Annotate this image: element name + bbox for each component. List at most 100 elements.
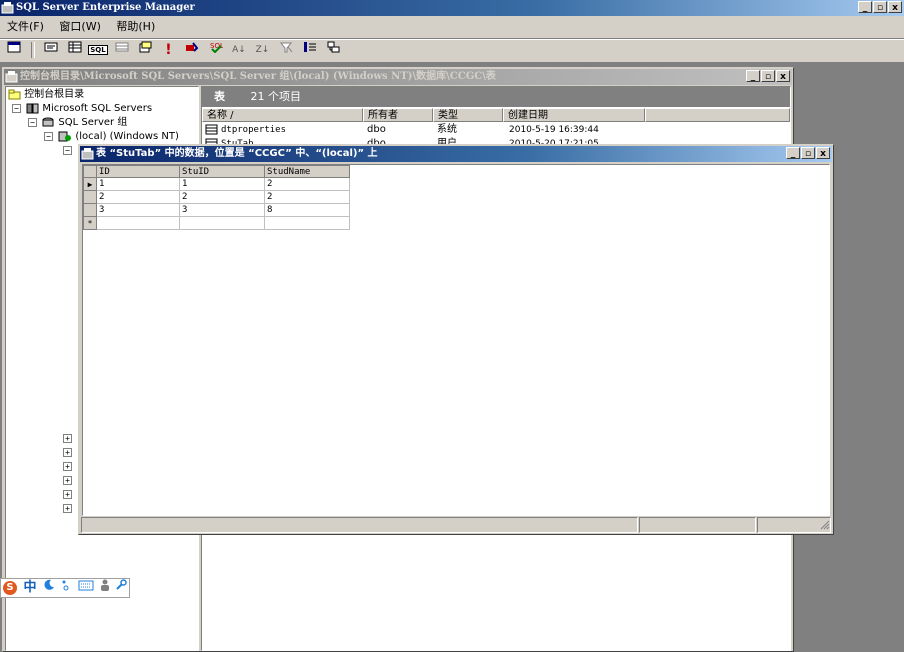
console-restore-button[interactable]: ▫: [761, 70, 775, 82]
expand-icon[interactable]: +: [63, 447, 72, 457]
table-data-window: 表 “StuTab” 中的数据，位置是 “CCGC” 中、“(local)” 上…: [78, 144, 834, 535]
grid-cell[interactable]: 1: [179, 177, 265, 191]
sogou-logo[interactable]: S: [3, 581, 17, 595]
sort-desc-icon[interactable]: Z↓: [253, 41, 273, 59]
grid-cell[interactable]: 2: [179, 190, 265, 204]
app-title-bar[interactable]: SQL Server Enterprise Manager _ ▫ x: [0, 0, 904, 16]
expand-icon[interactable]: +: [63, 461, 72, 471]
details-pane-icon[interactable]: [41, 41, 61, 59]
grid-cell[interactable]: [179, 216, 265, 230]
console-title: 控制台根目录\Microsoft SQL Servers\SQL Server …: [20, 71, 496, 82]
run-icon[interactable]: !: [159, 41, 179, 59]
grid-cell[interactable]: 8: [264, 203, 350, 217]
grid-cell[interactable]: 2: [96, 190, 180, 204]
punct-icon[interactable]: [61, 580, 73, 594]
column-header-created[interactable]: 创建日期: [503, 108, 645, 122]
tree-item-collapsed[interactable]: +: [63, 460, 74, 473]
app-restore-button[interactable]: ▫: [873, 1, 887, 13]
menu-help[interactable]: 帮助(H): [110, 16, 161, 38]
collapse-icon[interactable]: −: [44, 131, 53, 141]
grid-cell[interactable]: 2: [264, 190, 350, 204]
run-label: !: [165, 42, 172, 58]
remove-filter-icon[interactable]: [276, 41, 296, 59]
grid-cell[interactable]: 1: [96, 177, 180, 191]
table-row[interactable]: 2 2 2: [83, 190, 350, 204]
new-window-icon[interactable]: [4, 41, 24, 59]
user-icon[interactable]: [100, 579, 110, 594]
grid-header-studname[interactable]: StudName: [264, 165, 350, 178]
data-window-icon: [81, 147, 94, 160]
expand-icon[interactable]: +: [63, 475, 72, 485]
column-header-owner[interactable]: 所有者: [363, 108, 433, 122]
tree-item-collapsed[interactable]: −: [63, 144, 74, 157]
grid-cell[interactable]: [96, 216, 180, 230]
tree-item-collapsed[interactable]: +: [63, 446, 74, 459]
console-close-button[interactable]: x: [776, 70, 790, 82]
query-type-icon[interactable]: [135, 41, 155, 59]
sql-pane-icon[interactable]: SQL: [88, 41, 108, 59]
cancel-icon[interactable]: SQL: [206, 41, 226, 59]
expand-icon[interactable]: +: [63, 489, 72, 499]
add-table-icon[interactable]: [323, 41, 343, 59]
column-header-name[interactable]: 名称 /: [202, 108, 363, 122]
ime-toolbar[interactable]: S 中: [0, 578, 130, 598]
tree-item-ms-sql-servers[interactable]: − Microsoft SQL Servers: [12, 102, 152, 115]
resize-grip-icon[interactable]: [819, 519, 830, 533]
new-row[interactable]: *: [83, 216, 350, 230]
grid-cell[interactable]: [264, 216, 350, 230]
results-grid-pane[interactable]: ID StuID StudName ▶ 1 1 2 2 2 2 3 3 8 *: [82, 164, 830, 516]
tree-item-collapsed[interactable]: +: [63, 502, 74, 515]
grid-cell[interactable]: 3: [179, 203, 265, 217]
tree-item-local-server[interactable]: − (local) (Windows NT): [44, 130, 179, 143]
menu-file[interactable]: 文件(F): [1, 16, 50, 38]
grid-header-stuid[interactable]: StuID: [179, 165, 265, 178]
row-selector-new[interactable]: *: [83, 216, 97, 230]
menu-window[interactable]: 窗口(W): [53, 16, 106, 38]
table-row[interactable]: 3 3 8: [83, 203, 350, 217]
tree-item-collapsed[interactable]: +: [63, 474, 74, 487]
list-column-headers: 名称 / 所有者 类型 创建日期: [202, 108, 790, 122]
enterprise-manager-icon: [1, 1, 14, 14]
row-selector-current[interactable]: ▶: [83, 177, 97, 191]
app-minimize-button[interactable]: _: [858, 1, 872, 13]
results-grid[interactable]: ID StuID StudName ▶ 1 1 2 2 2 2 3 3 8 *: [83, 165, 350, 230]
list-item[interactable]: dtproperties dbo 系统 2010-5-19 16:39:44: [202, 123, 790, 137]
data-window-minimize-button[interactable]: _: [786, 147, 800, 159]
tree-item-collapsed[interactable]: +: [63, 488, 74, 501]
expand-icon[interactable]: +: [63, 433, 72, 443]
grid-header-id[interactable]: ID: [96, 165, 180, 178]
tree-item-root[interactable]: 控制台根目录: [8, 88, 84, 101]
data-window-title-bar[interactable]: 表 “StuTab” 中的数据，位置是 “CCGC” 中、“(local)” 上…: [80, 146, 832, 162]
data-window-close-button[interactable]: x: [816, 147, 830, 159]
sql-label: SQL: [88, 45, 108, 55]
grid-corner[interactable]: [83, 165, 97, 178]
expand-icon[interactable]: +: [63, 503, 72, 513]
tree-item-collapsed[interactable]: +: [63, 432, 74, 445]
list-cell-owner: dbo: [367, 124, 386, 135]
wrench-icon[interactable]: [115, 579, 127, 594]
collapse-icon[interactable]: −: [12, 103, 21, 113]
verify-sql-icon[interactable]: [182, 41, 202, 59]
group-by-icon[interactable]: [300, 41, 320, 59]
console-title-bar[interactable]: 控制台根目录\Microsoft SQL Servers\SQL Server …: [4, 69, 792, 85]
grid-cell[interactable]: 3: [96, 203, 180, 217]
console-minimize-button[interactable]: _: [746, 70, 760, 82]
list-cell-name: dtproperties: [221, 125, 287, 135]
column-header-type[interactable]: 类型: [433, 108, 503, 122]
row-selector[interactable]: [83, 203, 97, 217]
tree-item-sql-server-group[interactable]: − SQL Server 组: [28, 116, 127, 129]
ime-language[interactable]: 中: [24, 580, 37, 595]
grid-cell[interactable]: 2: [264, 177, 350, 191]
collapse-icon[interactable]: −: [63, 145, 72, 155]
table-row[interactable]: ▶ 1 1 2: [83, 177, 350, 191]
data-window-restore-button[interactable]: ▫: [801, 147, 815, 159]
row-selector[interactable]: [83, 190, 97, 204]
keyboard-icon[interactable]: [78, 580, 94, 594]
sort-asc-icon[interactable]: A↓: [229, 41, 249, 59]
moon-icon[interactable]: [43, 579, 55, 594]
collapse-icon[interactable]: −: [28, 117, 37, 127]
grid-pane-icon[interactable]: [65, 41, 85, 59]
app-close-button[interactable]: x: [888, 1, 902, 13]
results-pane-icon[interactable]: [112, 41, 132, 59]
server-group-icon: [42, 117, 55, 128]
